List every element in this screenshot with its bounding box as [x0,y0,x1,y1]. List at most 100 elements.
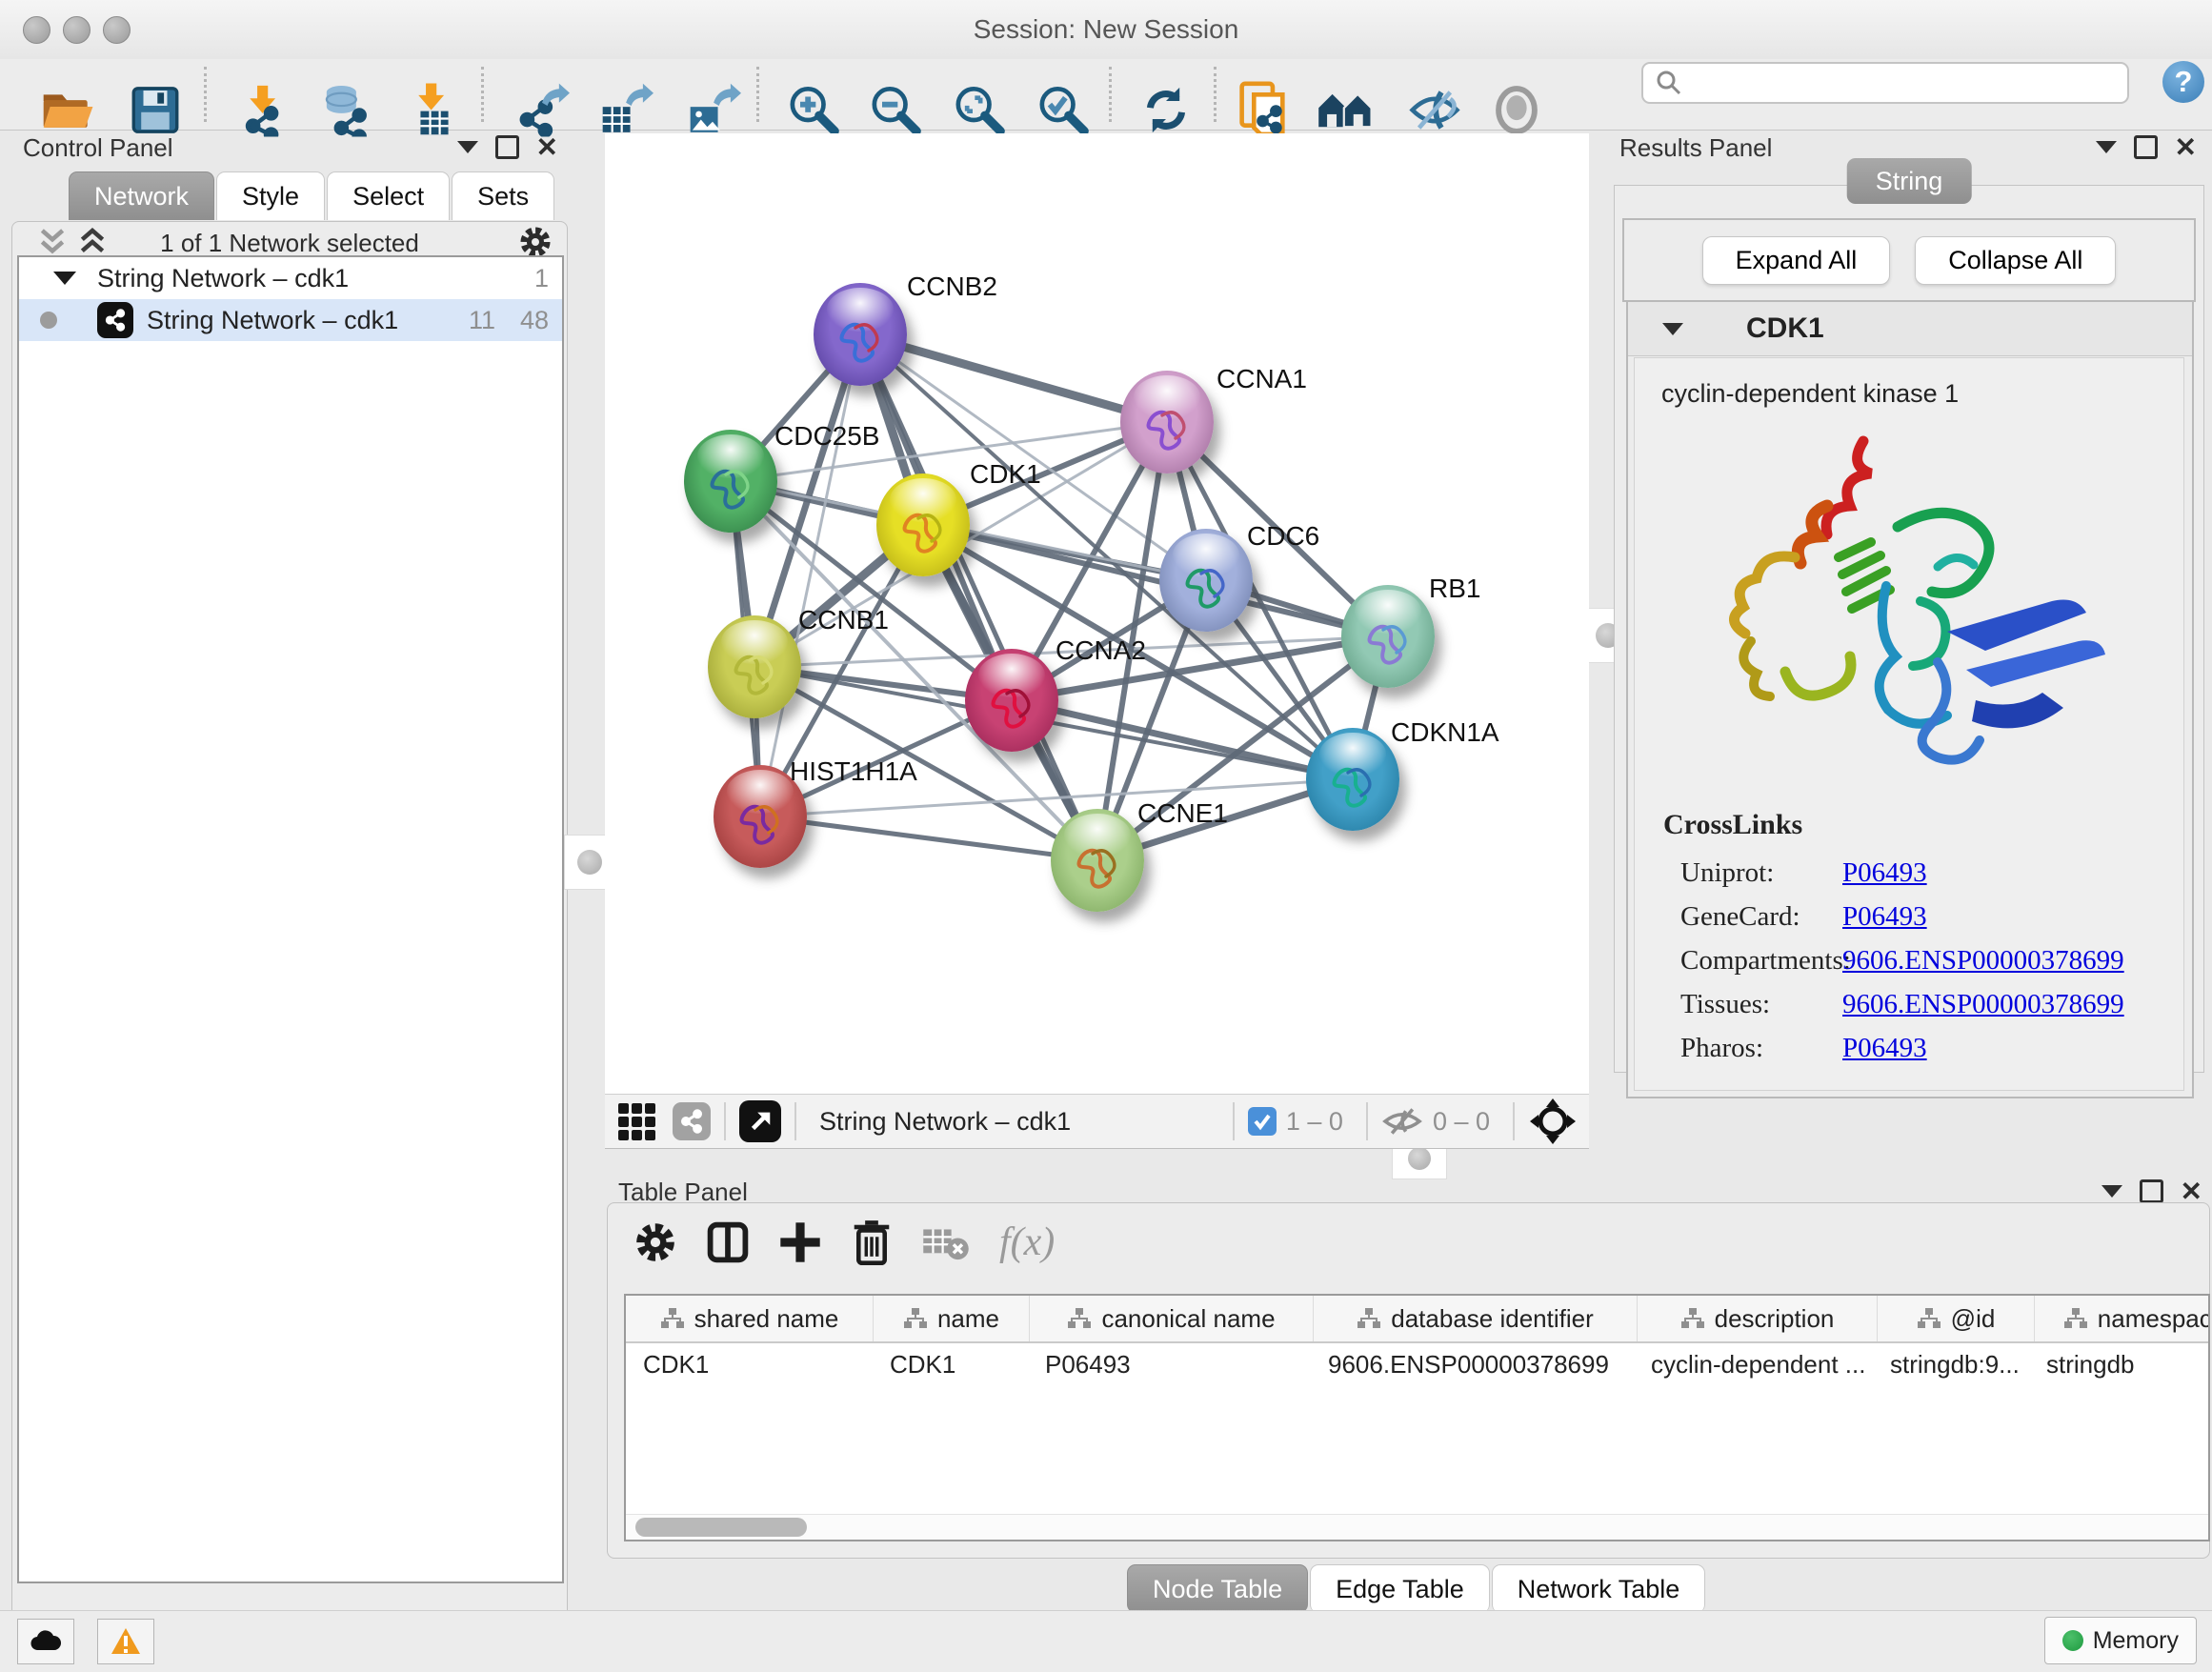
delete-table-icon[interactable] [921,1222,971,1262]
warning-icon [111,1627,141,1656]
table-options-gear-icon[interactable] [633,1220,677,1264]
close-window-button[interactable] [23,16,50,44]
panel-maximize-icon[interactable] [2134,135,2158,159]
table-cell[interactable]: stringdb:9... [1873,1343,2029,1385]
table-cell[interactable]: CDK1 [626,1343,873,1385]
network-export-icon [514,84,570,137]
warnings-button[interactable] [97,1619,154,1664]
birdseye-grid-icon[interactable] [618,1103,655,1140]
panel-float-icon[interactable] [457,141,478,153]
network-overview-button[interactable] [1317,87,1376,139]
network-node-CCNA2[interactable] [965,649,1058,752]
panel-float-icon[interactable] [2101,1185,2122,1198]
table-row[interactable]: CDK1CDK1P064939606.ENSP00000378699cyclin… [626,1343,2208,1385]
table-cell[interactable]: 9606.ENSP00000378699 [1311,1343,1634,1385]
network-share-icon[interactable] [673,1102,711,1140]
show-all-button[interactable] [1492,86,1541,140]
network-node-CCNA1[interactable] [1120,371,1214,473]
apply-layout-button[interactable] [1141,86,1191,140]
hidden-node-edge-counts: 0 – 0 [1433,1107,1490,1137]
network-options-gear-icon[interactable] [518,225,553,259]
scrollbar-thumb[interactable] [635,1518,807,1537]
open-session-button[interactable] [40,89,95,137]
panel-maximize-icon[interactable] [2140,1179,2163,1203]
results-panel-tab-string[interactable]: String [1847,158,1972,204]
table-panel-tab[interactable]: Node Table [1127,1564,1308,1613]
protein-structure-image [1652,414,2166,796]
network-canvas[interactable]: CCNB2CCNA1CDC25BCDK1CDC6RB1CCNB1CCNA2CDK… [605,133,1589,1094]
table-cell[interactable]: P06493 [1028,1343,1311,1385]
open-in-window-icon[interactable] [739,1100,781,1142]
crosslink-link[interactable]: P06493 [1842,901,1927,933]
network-edge[interactable] [760,816,1097,860]
protein-squiggle-icon [823,301,897,368]
table-column-header[interactable]: namespace [2035,1296,2210,1341]
table-column-header[interactable]: canonical name [1030,1296,1314,1341]
table-column-header[interactable]: database identifier [1314,1296,1638,1341]
table-cell[interactable]: CDK1 [873,1343,1028,1385]
table-column-header[interactable]: name [874,1296,1030,1341]
node-result-content: cyclin-dependent kinase 1 [1634,357,2184,1091]
hide-selected-button[interactable] [1408,86,1461,140]
crosslink-link[interactable]: P06493 [1842,857,1927,889]
table-cell[interactable]: stringdb [2029,1343,2210,1385]
network-node-CDC6[interactable] [1159,529,1253,632]
network-node-CDK1[interactable] [876,473,970,576]
table-panel-tab[interactable]: Edge Table [1310,1564,1490,1613]
hidden-eye-slash-icon[interactable] [1381,1104,1423,1138]
toolbar-separator [1109,67,1112,122]
network-node-CDKN1A[interactable] [1306,728,1399,831]
control-panel-tab[interactable]: Network [69,171,214,220]
eye-gray-icon [1492,86,1541,135]
crosslink-label: Tissues: [1680,989,1842,1020]
table-column-header[interactable]: description [1638,1296,1878,1341]
control-panel-tab[interactable]: Sets [452,171,554,220]
help-button[interactable]: ? [2162,61,2204,103]
table-horizontal-scrollbar[interactable] [626,1514,2208,1540]
fit-selected-crosshair-icon[interactable] [1528,1097,1578,1146]
section-collapse-icon[interactable] [1662,323,1683,335]
create-column-plus-icon[interactable] [778,1220,822,1264]
crosslink-link[interactable]: 9606.ENSP00000378699 [1842,945,2124,977]
expand-collapse-row: Expand All Collapse All [1622,218,2196,302]
table-cell[interactable]: cyclin-dependent ... [1634,1343,1873,1385]
crosslink-link[interactable]: 9606.ENSP00000378699 [1842,989,2124,1020]
protein-squiggle-icon [717,634,792,700]
zoom-window-button[interactable] [103,16,131,44]
table-panel-tab[interactable]: Network Table [1492,1564,1706,1613]
minimize-window-button[interactable] [63,16,90,44]
save-session-button[interactable] [131,87,179,139]
network-node-CCNB2[interactable] [814,283,907,386]
control-panel-tab[interactable]: Style [216,171,325,220]
network-node-CCNB1[interactable] [708,615,801,718]
table-column-header[interactable]: shared name [626,1296,874,1341]
function-builder-button[interactable]: f(x) [999,1219,1055,1265]
table-column-header[interactable]: @id [1878,1296,2035,1341]
selected-checkbox-icon[interactable] [1248,1107,1277,1136]
network-node-CCNE1[interactable] [1051,809,1144,912]
search-input[interactable] [1689,69,2127,97]
control-panel-tab[interactable]: Select [327,171,450,220]
panel-float-icon[interactable] [2096,141,2117,153]
panel-close-icon[interactable]: ✕ [536,138,558,157]
crosslink-link[interactable]: P06493 [1842,1033,1927,1064]
network-row[interactable]: String Network – cdk1 11 48 [19,299,562,341]
cloud-status-button[interactable] [17,1619,74,1664]
panel-close-icon[interactable]: ✕ [2175,138,2197,157]
node-result-name: CDK1 [1746,312,1824,345]
network-node-RB1[interactable] [1341,585,1435,688]
node-result-header[interactable]: CDK1 [1628,302,2192,356]
expand-all-button[interactable]: Expand All [1702,236,1891,285]
network-node-CDC25B[interactable] [684,430,777,533]
delete-column-trash-icon[interactable] [851,1219,893,1265]
panel-close-icon[interactable]: ✕ [2181,1182,2202,1201]
network-edge-count: 48 [520,306,549,335]
network-edge[interactable] [760,334,860,816]
show-columns-icon[interactable] [706,1220,750,1264]
panel-maximize-icon[interactable] [495,135,519,159]
collection-expand-icon[interactable] [53,272,76,285]
memory-button[interactable]: Memory [2044,1617,2197,1664]
network-collection-row[interactable]: String Network – cdk1 1 [19,257,562,299]
zoom-selected-icon [1036,84,1090,137]
collapse-all-button[interactable]: Collapse All [1915,236,2116,285]
